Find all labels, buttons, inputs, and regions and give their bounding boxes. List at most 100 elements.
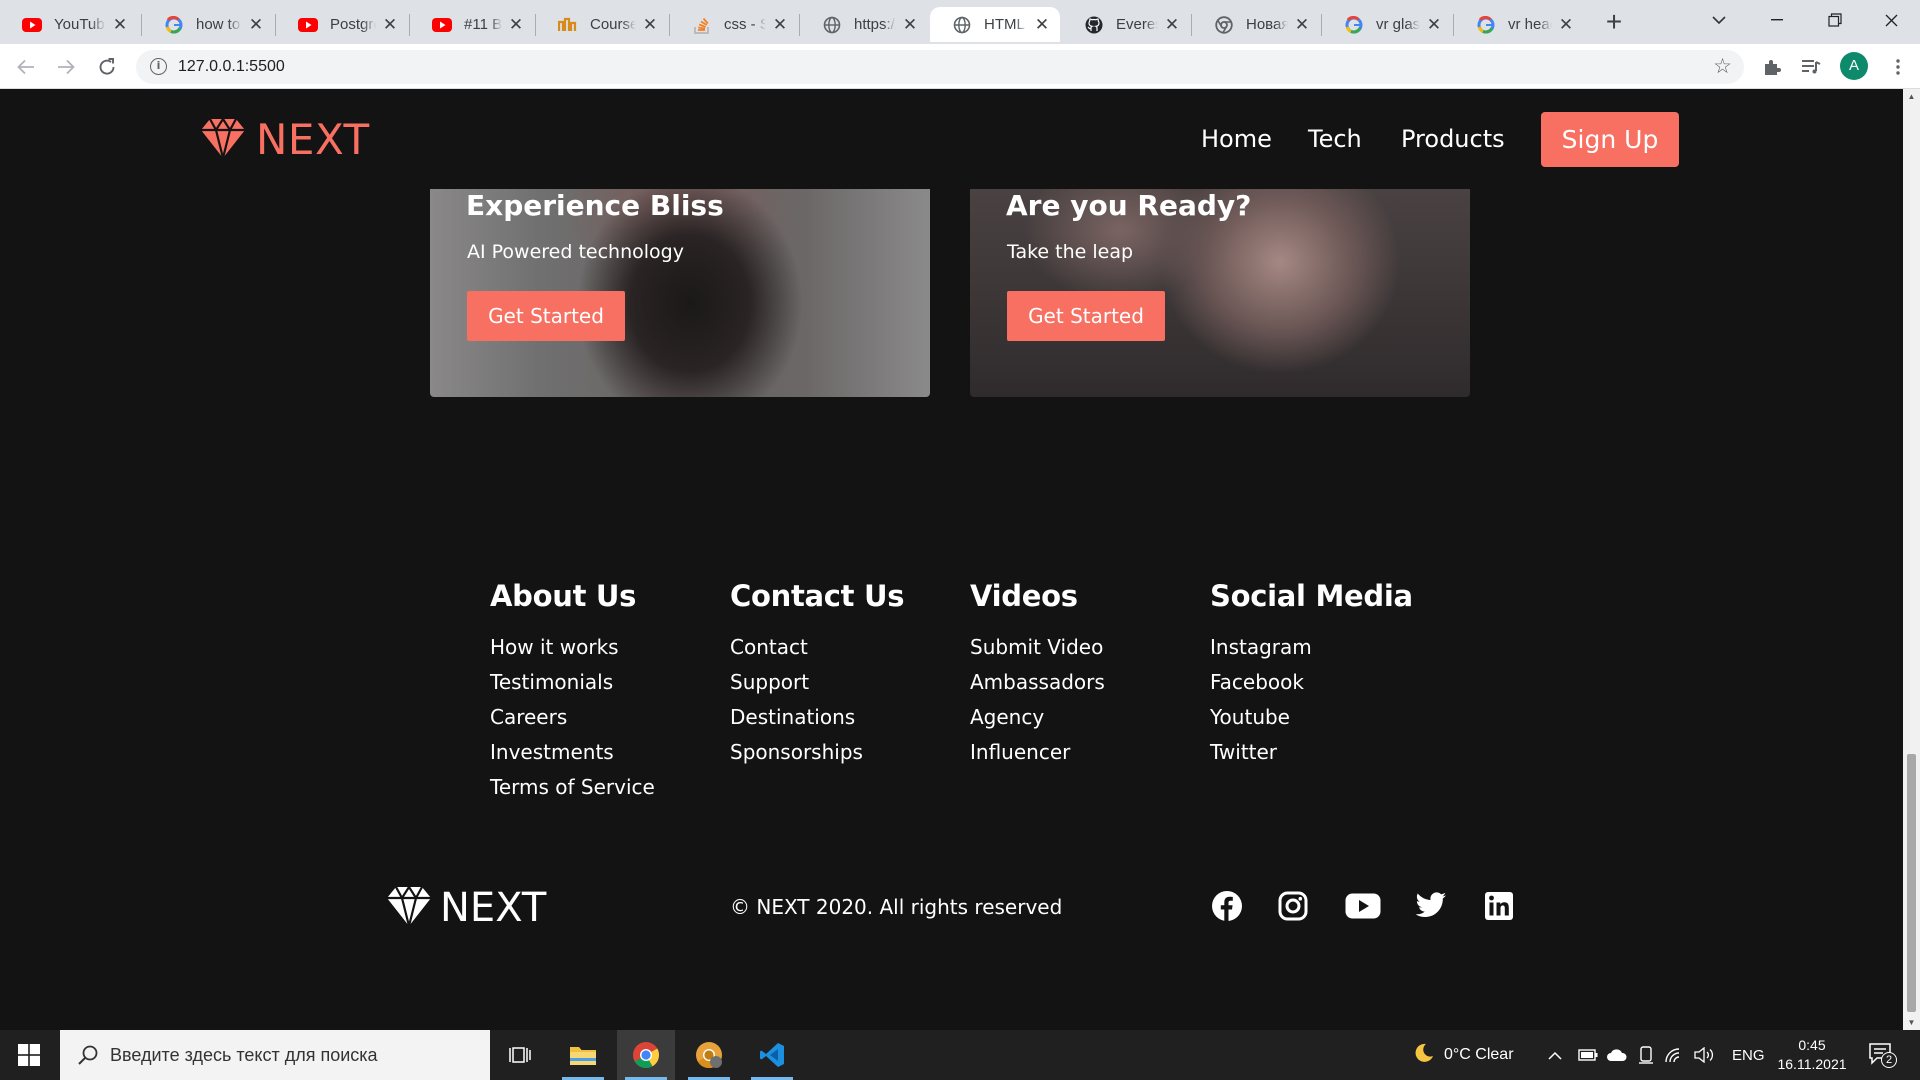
footer-column-contact: Contact Us Contact Support Destinations … [730,579,905,770]
globe-icon [952,15,972,35]
reload-icon[interactable] [93,53,121,81]
close-tab-icon[interactable]: ✕ [1034,16,1050,33]
get-started-button[interactable]: Get Started [467,291,625,341]
close-tab-icon[interactable]: ✕ [508,16,524,33]
linkedin-icon[interactable] [1482,889,1516,923]
scrollbar-thumb[interactable] [1907,754,1916,1012]
close-tab-icon[interactable]: ✕ [382,16,398,33]
chrome-canary-icon[interactable] [680,1030,738,1080]
extensions-puzzle-icon[interactable] [1759,54,1785,80]
footer-link[interactable]: Testimonials [490,665,655,700]
browser-tab[interactable]: css - Sc ✕ [670,7,798,42]
back-arrow-icon[interactable] [12,53,40,81]
notification-center-icon[interactable]: 2 [1868,1042,1897,1068]
forward-arrow-icon[interactable] [52,53,80,81]
browser-tab[interactable]: Everest ✕ [1062,7,1190,42]
page-scrollbar[interactable]: ▲ ▼ [1903,89,1920,1030]
instagram-icon[interactable] [1276,889,1310,923]
scroll-down-arrow-icon[interactable]: ▼ [1907,1018,1916,1027]
wifi-icon[interactable] [1664,1030,1684,1080]
facebook-icon[interactable] [1210,889,1244,923]
browser-tab[interactable]: https:// ✕ [800,7,928,42]
browser-tab-active[interactable]: HTML C ✕ [930,7,1060,42]
vscode-icon[interactable] [743,1030,801,1080]
browser-tab[interactable]: vr head ✕ [1454,7,1584,42]
youtube-icon [432,15,452,35]
task-view-icon[interactable] [491,1030,549,1080]
footer-link[interactable]: Facebook [1210,665,1413,700]
minimize-icon[interactable] [1748,0,1806,40]
footer-brand-name: NEXT [440,885,547,931]
browser-tab[interactable]: YouTube ✕ [0,7,138,42]
browser-tab[interactable]: PostgreSQL ✕ [276,7,408,42]
footer-heading: About Us [490,579,637,613]
footer-link[interactable]: Contact [730,630,904,665]
new-tab-button[interactable]: + [1600,8,1628,37]
footer-link[interactable]: Agency [970,700,1105,735]
close-tab-icon[interactable]: ✕ [1294,16,1310,33]
footer-link[interactable]: Twitter [1210,735,1413,770]
browser-tab[interactable]: #11 Be ✕ [410,7,534,42]
footer-link[interactable]: Destinations [730,700,904,735]
nav-link-tech[interactable]: Tech [1308,125,1362,153]
footer-link[interactable]: Ambassadors [970,665,1105,700]
tab-search-chevron-icon[interactable] [1690,0,1748,40]
footer-link[interactable]: Influencer [970,735,1105,770]
menu-dots-icon[interactable] [1885,54,1911,80]
close-tab-icon[interactable]: ✕ [642,16,658,33]
close-tab-icon[interactable]: ✕ [1164,16,1180,33]
scroll-up-arrow-icon[interactable]: ▲ [1907,92,1916,101]
nav-link-home[interactable]: Home [1201,125,1272,153]
site-info-icon[interactable]: i [150,58,167,75]
get-started-button[interactable]: Get Started [1007,291,1165,341]
media-queue-icon[interactable] [1798,54,1824,80]
notification-count-badge: 2 [1881,1052,1897,1068]
footer-brand-logo[interactable]: NEXT [386,884,547,931]
restore-icon[interactable] [1806,0,1864,40]
file-explorer-icon[interactable] [554,1030,612,1080]
taskbar-clock[interactable]: 0:45 16.11.2021 [1772,1036,1852,1074]
google-icon [1476,15,1496,35]
footer-link[interactable]: Youtube [1210,700,1413,735]
footer-link[interactable]: How it works [490,630,655,665]
close-tab-icon[interactable]: ✕ [1558,16,1574,33]
footer-link[interactable]: Investments [490,735,655,770]
tab-title: #11 Be [464,16,502,33]
twitter-icon[interactable] [1414,889,1448,923]
close-tab-icon[interactable]: ✕ [1426,16,1442,33]
volume-icon[interactable] [1694,1030,1716,1080]
footer-link[interactable]: Careers [490,700,655,735]
weather-widget[interactable]: 0°C Clear [1414,1030,1514,1080]
brand-logo[interactable]: NEXT [200,115,370,164]
windows-start-icon[interactable] [0,1030,58,1080]
bookmark-star-icon[interactable]: ☆ [1713,54,1732,79]
onedrive-cloud-icon[interactable] [1606,1030,1628,1080]
taskbar-search-input[interactable]: Введите здесь текст для поиска [60,1030,490,1080]
address-bar[interactable]: i 127.0.0.1:5500 ☆ [136,50,1744,84]
footer-link[interactable]: Sponsorships [730,735,904,770]
youtube-icon[interactable] [1344,889,1382,923]
sign-up-button[interactable]: Sign Up [1541,112,1679,167]
footer-link[interactable]: Terms of Service [490,770,655,805]
close-tab-icon[interactable]: ✕ [248,16,264,33]
tab-title: HTML C [984,16,1028,33]
footer-link[interactable]: Support [730,665,904,700]
close-tab-icon[interactable]: ✕ [902,16,918,33]
chrome-app-icon[interactable] [617,1030,675,1080]
hidden-icons-chevron-icon[interactable] [1548,1030,1562,1080]
browser-tab[interactable]: vr glass ✕ [1322,7,1452,42]
input-language[interactable]: ENG [1732,1030,1765,1080]
battery-icon[interactable] [1578,1030,1598,1080]
feature-card: Experience Bliss AI Powered technology G… [430,189,930,397]
browser-tab[interactable]: Course ✕ [536,7,668,42]
browser-tab[interactable]: how to ✕ [142,7,274,42]
profile-avatar[interactable]: A [1840,52,1868,80]
footer-link[interactable]: Submit Video [970,630,1105,665]
footer-link[interactable]: Instagram [1210,630,1413,665]
close-window-icon[interactable] [1862,0,1920,40]
close-tab-icon[interactable]: ✕ [112,16,128,33]
nav-link-products[interactable]: Products [1401,125,1505,153]
close-tab-icon[interactable]: ✕ [772,16,788,33]
device-icon[interactable] [1638,1030,1654,1080]
browser-tab[interactable]: Новая ✕ [1192,7,1320,42]
